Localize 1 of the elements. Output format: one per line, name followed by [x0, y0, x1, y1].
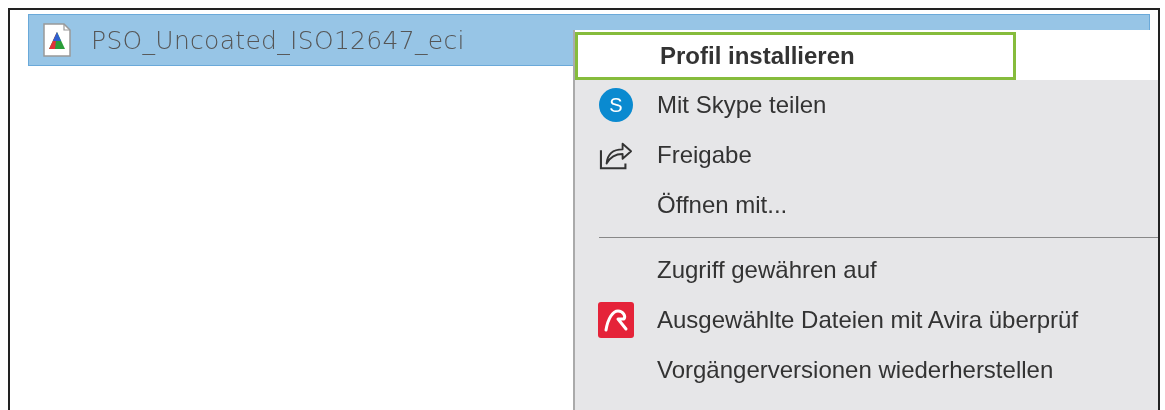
skype-icon: S — [599, 88, 633, 122]
